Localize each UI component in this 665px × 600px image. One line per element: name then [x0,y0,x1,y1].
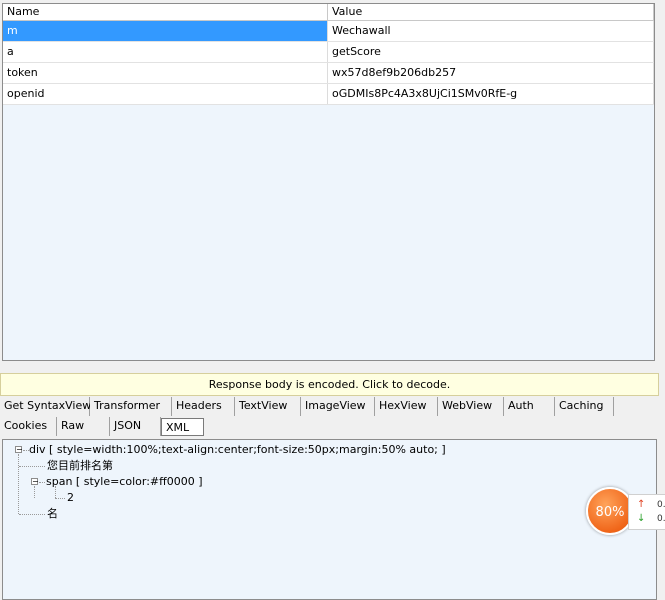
cell-value: getScore [328,42,654,62]
decode-banner[interactable]: Response body is encoded. Click to decod… [0,373,659,396]
tree-connector [55,498,65,499]
tab-auth[interactable]: Auth [504,397,555,416]
response-tabs-row-2: Cookies Raw JSON XML [0,417,665,436]
tab-textview[interactable]: TextView [235,397,301,416]
cell-value: Wechawall [328,21,654,41]
table-row[interactable]: a getScore [3,42,654,63]
table-row[interactable]: token wx57d8ef9b206db257 [3,63,654,84]
cell-name: a [3,42,328,62]
pane-splitter[interactable] [0,362,665,372]
tab-xml[interactable]: XML [161,418,204,436]
table-row[interactable]: m Wechawall [3,21,654,42]
tab-transformer[interactable]: Transformer [90,397,172,416]
tree-node-div[interactable]: div [ style=width:100%;text-align:center… [29,443,446,457]
column-header-value[interactable]: Value [328,4,654,20]
tree-node-text[interactable]: 名 [47,507,58,521]
network-speed-panel: ↑ 0. ↓ 0. [628,494,665,530]
tree-node-span[interactable]: span [ style=color:#ff0000 ] [46,475,202,489]
cell-value: wx57d8ef9b206db257 [328,63,654,83]
cell-name: m [3,21,328,41]
download-speed: 0. [657,514,665,524]
tree-connector [19,514,45,515]
tree-connector [39,482,45,483]
table-row[interactable]: openid oGDMIs8Pc4A3x8UjCi1SMv0RfE-g [3,84,654,105]
tree-node-number[interactable]: 2 [67,491,74,505]
query-params-grid: Name Value m Wechawall a getScore token … [2,3,655,361]
tab-headers[interactable]: Headers [172,397,235,416]
tree-connector [34,486,35,498]
collapse-icon[interactable]: − [31,478,39,486]
xml-tree-view[interactable]: − div [ style=width:100%;text-align:cent… [2,439,657,600]
tab-hexview[interactable]: HexView [375,397,438,416]
tab-imageview[interactable]: ImageView [301,397,375,416]
arrow-down-icon: ↓ [637,513,646,524]
progress-badge[interactable]: 80% [586,487,634,535]
column-header-name[interactable]: Name [3,4,328,20]
tree-node-text[interactable]: 您目前排名第 [47,459,113,473]
tree-connector [18,454,19,514]
tree-connector [19,466,45,467]
tab-json[interactable]: JSON [110,417,161,436]
cell-name: token [3,63,328,83]
response-tabs-row-1: Get SyntaxView Transformer Headers TextV… [0,397,665,416]
tab-cookies[interactable]: Cookies [0,417,57,436]
upload-speed: 0. [657,500,665,510]
grid-header: Name Value [3,4,654,21]
collapse-icon[interactable]: − [15,446,23,454]
tab-get-syntaxview[interactable]: Get SyntaxView [0,397,91,416]
tab-webview[interactable]: WebView [438,397,504,416]
cell-value: oGDMIs8Pc4A3x8UjCi1SMv0RfE-g [328,84,654,104]
tab-caching[interactable]: Caching [555,397,614,416]
tab-raw[interactable]: Raw [57,417,110,436]
arrow-up-icon: ↑ [637,499,646,510]
cell-name: openid [3,84,328,104]
